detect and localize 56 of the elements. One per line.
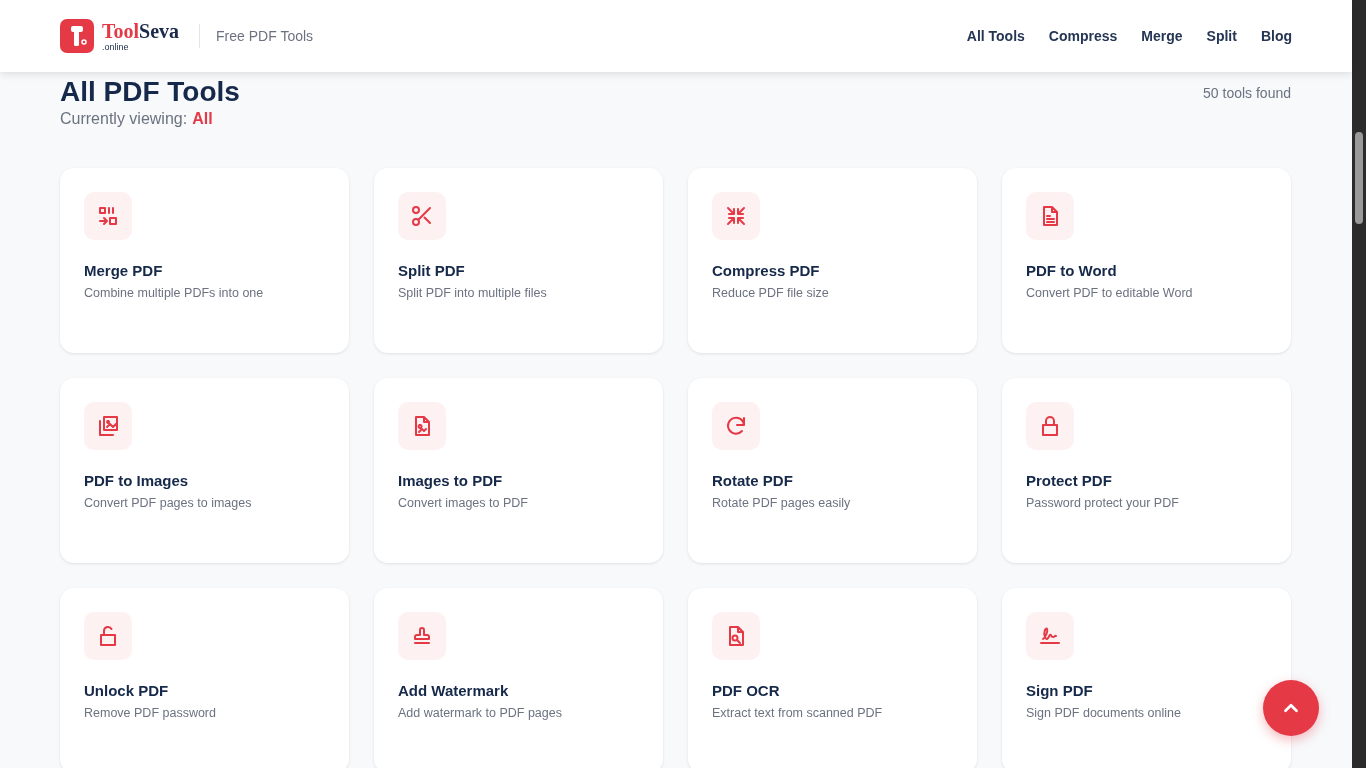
tool-title: Rotate PDF: [712, 472, 794, 489]
tool-card[interactable]: Add Watermark Add watermark to PDF pages: [374, 588, 663, 768]
tool-description: Combine multiple PDFs into one: [84, 286, 265, 300]
tool-description: Add watermark to PDF pages: [398, 706, 563, 720]
tool-title: PDF to Images: [84, 472, 190, 489]
tool-description: Remove PDF password: [84, 706, 217, 720]
logo-icon[interactable]: [60, 19, 94, 53]
nav-link[interactable]: Merge: [1141, 28, 1183, 44]
tool-title: PDF OCR: [712, 682, 781, 699]
tool-description: Convert images to PDF: [398, 496, 529, 510]
images-icon: [96, 414, 120, 438]
tool-description: Rotate PDF pages easily: [712, 496, 852, 510]
viewing-category: All: [192, 110, 213, 128]
tool-card[interactable]: PDF to Images Convert PDF pages to images: [60, 378, 349, 563]
tool-card[interactable]: Compress PDF Reduce PDF file size: [688, 168, 977, 353]
tool-title: Protect PDF: [1026, 472, 1113, 489]
tool-description: Extract text from scanned PDF: [712, 706, 884, 720]
tool-description: Convert PDF pages to images: [84, 496, 253, 510]
tool-title: Unlock PDF: [84, 682, 170, 699]
nav-link[interactable]: All Tools: [966, 28, 1025, 44]
scissors-icon: [410, 204, 434, 228]
tool-card[interactable]: Protect PDF Password protect your PDF: [1002, 378, 1291, 563]
tool-title: PDF to Word: [1026, 262, 1118, 279]
tool-card[interactable]: Split PDF Split PDF into multiple files: [374, 168, 663, 353]
tool-card[interactable]: Images to PDF Convert images to PDF: [374, 378, 663, 563]
merge-icon: [96, 204, 120, 228]
tool-title: Images to PDF: [398, 472, 504, 489]
tool-description: Password protect your PDF: [1026, 496, 1180, 510]
logo-text[interactable]: ToolSeva: [102, 20, 180, 41]
scrollbar[interactable]: [1352, 0, 1366, 768]
tool-description: Split PDF into multiple files: [398, 286, 548, 300]
nav-link[interactable]: Compress: [1048, 28, 1118, 44]
tool-title: Split PDF: [398, 262, 466, 279]
tool-title: Compress PDF: [712, 262, 821, 279]
tool-description: Convert PDF to editable Word: [1026, 286, 1194, 300]
tool-card[interactable]: Merge PDF Combine multiple PDFs into one: [60, 168, 349, 353]
tool-description: Reduce PDF file size: [712, 286, 830, 300]
compress-icon: [724, 204, 748, 228]
tool-title: Sign PDF: [1026, 682, 1094, 699]
scroll-to-top-button[interactable]: [1263, 680, 1319, 736]
tool-title: Add Watermark: [398, 682, 510, 699]
tool-description: Sign PDF documents online: [1026, 706, 1182, 720]
tagline: Free PDF Tools: [216, 28, 314, 44]
tool-card[interactable]: Unlock PDF Remove PDF password: [60, 588, 349, 768]
rotate-icon: [724, 414, 748, 438]
tool-title: Merge PDF: [84, 262, 164, 279]
tool-card[interactable]: Sign PDF Sign PDF documents online: [1002, 588, 1291, 768]
tools-count: 50 tools found: [1203, 85, 1291, 101]
nav-link[interactable]: Blog: [1260, 28, 1292, 44]
tool-card[interactable]: PDF to Word Convert PDF to editable Word: [1002, 168, 1291, 353]
logo-suffix: .online: [102, 41, 130, 52]
nav-link[interactable]: Split: [1206, 28, 1237, 44]
tool-card[interactable]: PDF OCR Extract text from scanned PDF: [688, 588, 977, 768]
viewing-label: Currently viewing:: [60, 110, 188, 128]
tool-card[interactable]: Rotate PDF Rotate PDF pages easily: [688, 378, 977, 563]
page-title: All PDF Tools: [60, 76, 240, 108]
